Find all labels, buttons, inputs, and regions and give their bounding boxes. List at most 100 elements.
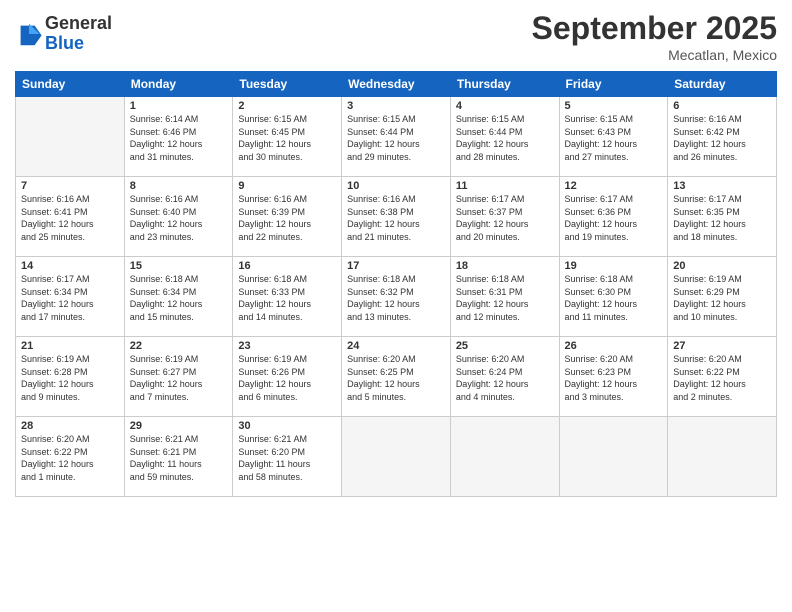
day-number: 14 — [21, 260, 119, 272]
day-number: 5 — [565, 100, 663, 112]
logo-text: General Blue — [45, 14, 112, 54]
day-cell: 5Sunrise: 6:15 AM Sunset: 6:43 PM Daylig… — [559, 97, 668, 177]
day-info: Sunrise: 6:15 AM Sunset: 6:45 PM Dayligh… — [238, 113, 336, 163]
day-info: Sunrise: 6:16 AM Sunset: 6:38 PM Dayligh… — [347, 193, 445, 243]
day-info: Sunrise: 6:16 AM Sunset: 6:39 PM Dayligh… — [238, 193, 336, 243]
day-cell: 12Sunrise: 6:17 AM Sunset: 6:36 PM Dayli… — [559, 177, 668, 257]
day-cell: 4Sunrise: 6:15 AM Sunset: 6:44 PM Daylig… — [450, 97, 559, 177]
weekday-monday: Monday — [124, 72, 233, 97]
day-number: 1 — [130, 100, 228, 112]
week-row-4: 28Sunrise: 6:20 AM Sunset: 6:22 PM Dayli… — [16, 417, 777, 497]
day-info: Sunrise: 6:19 AM Sunset: 6:29 PM Dayligh… — [673, 273, 771, 323]
day-cell: 1Sunrise: 6:14 AM Sunset: 6:46 PM Daylig… — [124, 97, 233, 177]
day-cell: 30Sunrise: 6:21 AM Sunset: 6:20 PM Dayli… — [233, 417, 342, 497]
day-info: Sunrise: 6:20 AM Sunset: 6:22 PM Dayligh… — [673, 353, 771, 403]
weekday-header-row: SundayMondayTuesdayWednesdayThursdayFrid… — [16, 72, 777, 97]
day-cell: 20Sunrise: 6:19 AM Sunset: 6:29 PM Dayli… — [668, 257, 777, 337]
day-number: 10 — [347, 180, 445, 192]
day-cell — [342, 417, 451, 497]
day-number: 6 — [673, 100, 771, 112]
day-number: 30 — [238, 420, 336, 432]
day-number: 13 — [673, 180, 771, 192]
day-cell: 6Sunrise: 6:16 AM Sunset: 6:42 PM Daylig… — [668, 97, 777, 177]
day-info: Sunrise: 6:18 AM Sunset: 6:31 PM Dayligh… — [456, 273, 554, 323]
day-cell: 14Sunrise: 6:17 AM Sunset: 6:34 PM Dayli… — [16, 257, 125, 337]
day-number: 27 — [673, 340, 771, 352]
logo-general: General — [45, 14, 112, 34]
weekday-thursday: Thursday — [450, 72, 559, 97]
header: General Blue September 2025 Mecatlan, Me… — [15, 10, 777, 63]
week-row-2: 14Sunrise: 6:17 AM Sunset: 6:34 PM Dayli… — [16, 257, 777, 337]
day-number: 4 — [456, 100, 554, 112]
day-info: Sunrise: 6:16 AM Sunset: 6:41 PM Dayligh… — [21, 193, 119, 243]
day-cell — [450, 417, 559, 497]
day-cell: 21Sunrise: 6:19 AM Sunset: 6:28 PM Dayli… — [16, 337, 125, 417]
day-cell: 17Sunrise: 6:18 AM Sunset: 6:32 PM Dayli… — [342, 257, 451, 337]
day-cell: 13Sunrise: 6:17 AM Sunset: 6:35 PM Dayli… — [668, 177, 777, 257]
day-info: Sunrise: 6:21 AM Sunset: 6:20 PM Dayligh… — [238, 433, 336, 483]
page: General Blue September 2025 Mecatlan, Me… — [0, 0, 792, 612]
day-number: 29 — [130, 420, 228, 432]
day-info: Sunrise: 6:20 AM Sunset: 6:25 PM Dayligh… — [347, 353, 445, 403]
day-cell: 7Sunrise: 6:16 AM Sunset: 6:41 PM Daylig… — [16, 177, 125, 257]
day-number: 12 — [565, 180, 663, 192]
day-info: Sunrise: 6:17 AM Sunset: 6:34 PM Dayligh… — [21, 273, 119, 323]
weekday-friday: Friday — [559, 72, 668, 97]
week-row-1: 7Sunrise: 6:16 AM Sunset: 6:41 PM Daylig… — [16, 177, 777, 257]
day-cell: 28Sunrise: 6:20 AM Sunset: 6:22 PM Dayli… — [16, 417, 125, 497]
week-row-3: 21Sunrise: 6:19 AM Sunset: 6:28 PM Dayli… — [16, 337, 777, 417]
day-number: 23 — [238, 340, 336, 352]
day-cell: 29Sunrise: 6:21 AM Sunset: 6:21 PM Dayli… — [124, 417, 233, 497]
day-number: 18 — [456, 260, 554, 272]
day-cell: 15Sunrise: 6:18 AM Sunset: 6:34 PM Dayli… — [124, 257, 233, 337]
day-cell: 26Sunrise: 6:20 AM Sunset: 6:23 PM Dayli… — [559, 337, 668, 417]
day-cell: 22Sunrise: 6:19 AM Sunset: 6:27 PM Dayli… — [124, 337, 233, 417]
calendar: SundayMondayTuesdayWednesdayThursdayFrid… — [15, 71, 777, 497]
weekday-sunday: Sunday — [16, 72, 125, 97]
day-number: 7 — [21, 180, 119, 192]
day-info: Sunrise: 6:18 AM Sunset: 6:33 PM Dayligh… — [238, 273, 336, 323]
day-number: 28 — [21, 420, 119, 432]
day-info: Sunrise: 6:19 AM Sunset: 6:28 PM Dayligh… — [21, 353, 119, 403]
day-info: Sunrise: 6:18 AM Sunset: 6:30 PM Dayligh… — [565, 273, 663, 323]
day-cell: 10Sunrise: 6:16 AM Sunset: 6:38 PM Dayli… — [342, 177, 451, 257]
logo-icon — [15, 20, 43, 48]
day-cell: 23Sunrise: 6:19 AM Sunset: 6:26 PM Dayli… — [233, 337, 342, 417]
day-info: Sunrise: 6:21 AM Sunset: 6:21 PM Dayligh… — [130, 433, 228, 483]
day-cell — [16, 97, 125, 177]
day-cell: 19Sunrise: 6:18 AM Sunset: 6:30 PM Dayli… — [559, 257, 668, 337]
day-cell: 8Sunrise: 6:16 AM Sunset: 6:40 PM Daylig… — [124, 177, 233, 257]
day-info: Sunrise: 6:20 AM Sunset: 6:23 PM Dayligh… — [565, 353, 663, 403]
day-number: 11 — [456, 180, 554, 192]
day-cell — [668, 417, 777, 497]
day-number: 20 — [673, 260, 771, 272]
subtitle: Mecatlan, Mexico — [532, 47, 777, 63]
day-number: 16 — [238, 260, 336, 272]
day-info: Sunrise: 6:17 AM Sunset: 6:35 PM Dayligh… — [673, 193, 771, 243]
day-cell: 24Sunrise: 6:20 AM Sunset: 6:25 PM Dayli… — [342, 337, 451, 417]
day-number: 24 — [347, 340, 445, 352]
day-number: 21 — [21, 340, 119, 352]
weekday-wednesday: Wednesday — [342, 72, 451, 97]
day-cell: 27Sunrise: 6:20 AM Sunset: 6:22 PM Dayli… — [668, 337, 777, 417]
day-cell: 11Sunrise: 6:17 AM Sunset: 6:37 PM Dayli… — [450, 177, 559, 257]
title-block: September 2025 Mecatlan, Mexico — [532, 10, 777, 63]
day-cell: 2Sunrise: 6:15 AM Sunset: 6:45 PM Daylig… — [233, 97, 342, 177]
day-info: Sunrise: 6:18 AM Sunset: 6:34 PM Dayligh… — [130, 273, 228, 323]
day-info: Sunrise: 6:15 AM Sunset: 6:43 PM Dayligh… — [565, 113, 663, 163]
day-info: Sunrise: 6:18 AM Sunset: 6:32 PM Dayligh… — [347, 273, 445, 323]
day-info: Sunrise: 6:19 AM Sunset: 6:27 PM Dayligh… — [130, 353, 228, 403]
day-cell — [559, 417, 668, 497]
month-title: September 2025 — [532, 10, 777, 47]
day-info: Sunrise: 6:19 AM Sunset: 6:26 PM Dayligh… — [238, 353, 336, 403]
day-number: 3 — [347, 100, 445, 112]
day-info: Sunrise: 6:14 AM Sunset: 6:46 PM Dayligh… — [130, 113, 228, 163]
day-number: 19 — [565, 260, 663, 272]
week-row-0: 1Sunrise: 6:14 AM Sunset: 6:46 PM Daylig… — [16, 97, 777, 177]
day-info: Sunrise: 6:17 AM Sunset: 6:36 PM Dayligh… — [565, 193, 663, 243]
day-cell: 16Sunrise: 6:18 AM Sunset: 6:33 PM Dayli… — [233, 257, 342, 337]
day-cell: 18Sunrise: 6:18 AM Sunset: 6:31 PM Dayli… — [450, 257, 559, 337]
day-cell: 9Sunrise: 6:16 AM Sunset: 6:39 PM Daylig… — [233, 177, 342, 257]
day-cell: 3Sunrise: 6:15 AM Sunset: 6:44 PM Daylig… — [342, 97, 451, 177]
logo: General Blue — [15, 14, 112, 54]
